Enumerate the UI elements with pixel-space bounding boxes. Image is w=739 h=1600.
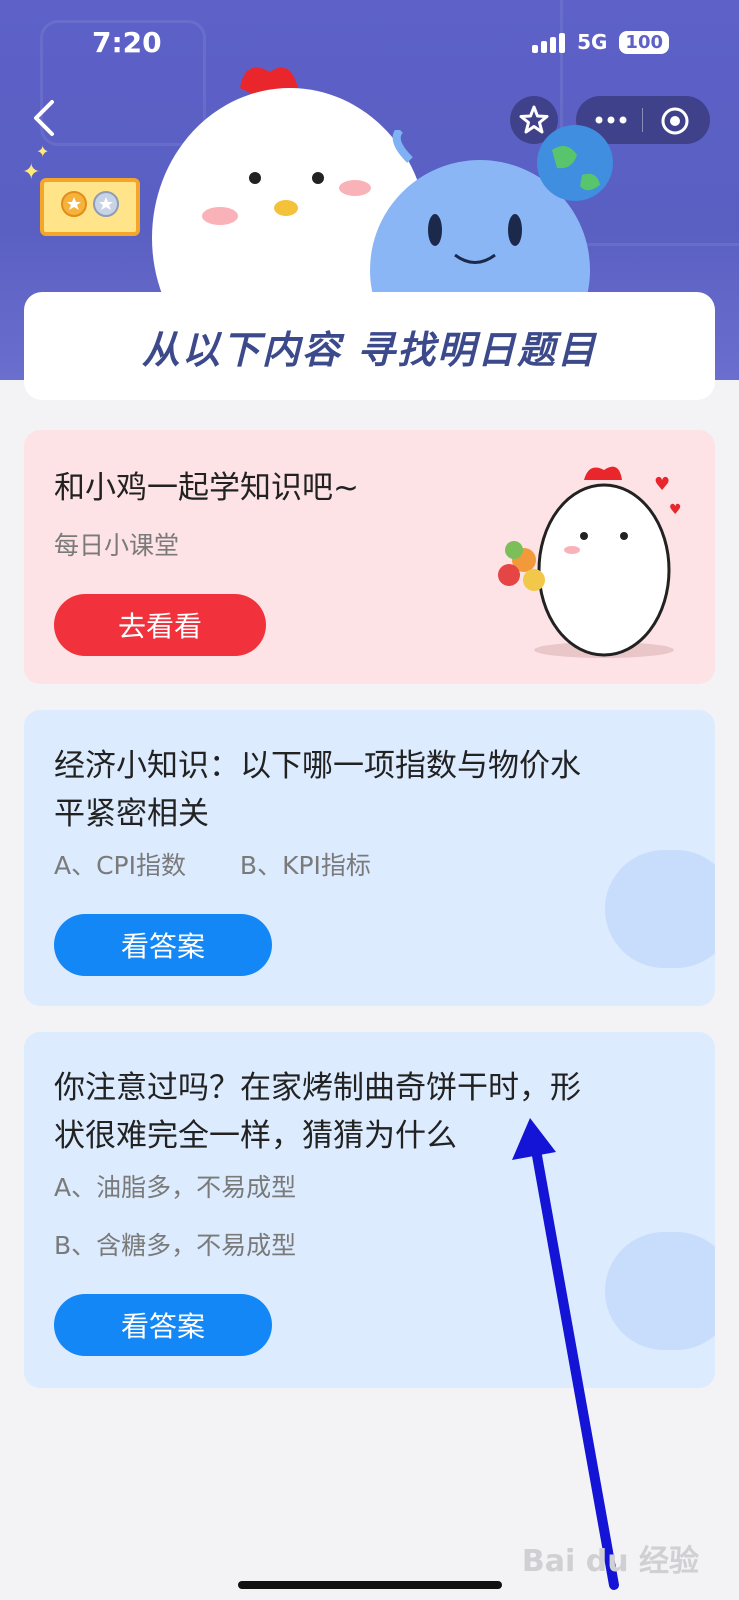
annotation-arrow-icon (512, 1118, 619, 1590)
watermark: Bai du 经验 (521, 1544, 699, 1579)
home-indicator[interactable] (238, 1581, 502, 1589)
